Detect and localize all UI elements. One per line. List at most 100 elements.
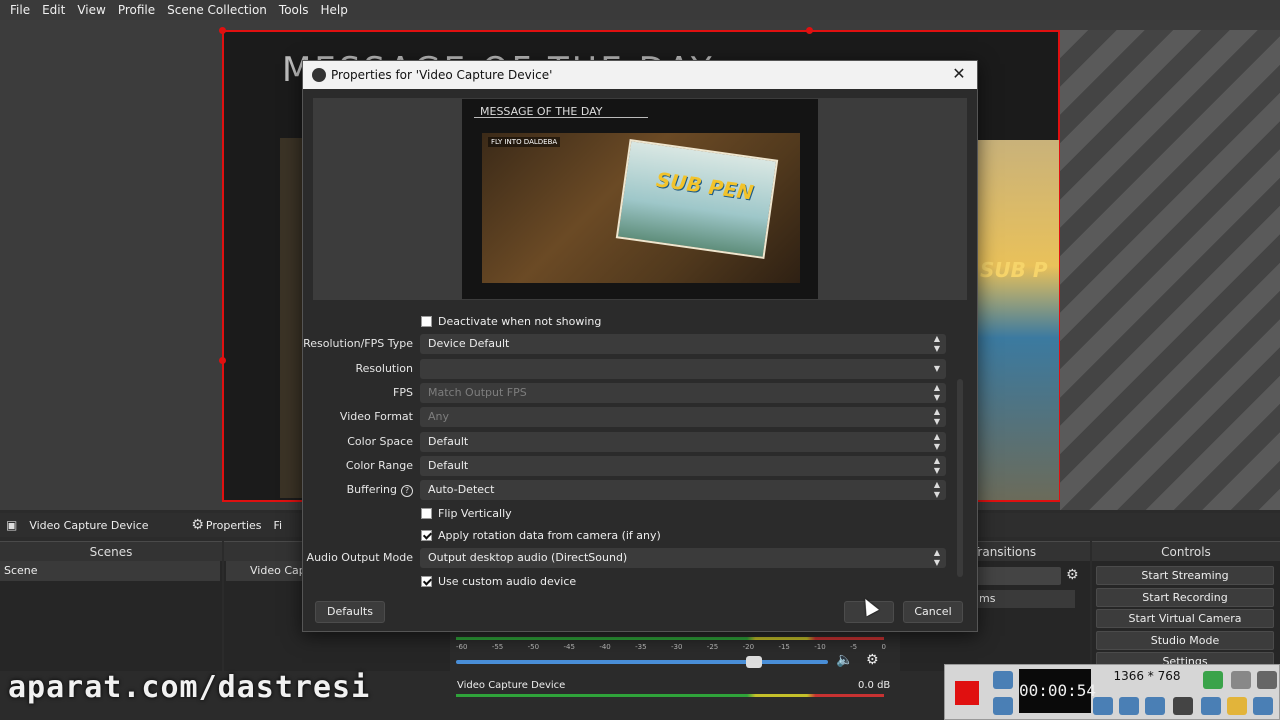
scene-item[interactable]: Scene (0, 561, 220, 581)
start-virtual-camera-button[interactable]: Start Virtual Camera (1096, 609, 1274, 628)
controls-dock-header: Controls (1092, 541, 1280, 561)
spin-arrows-icon: ▲ ▼ (933, 548, 941, 567)
volume-slider[interactable] (456, 660, 828, 664)
fps-select[interactable]: Match Output FPS ▲ ▼ (420, 383, 946, 403)
field-label: Color Space (347, 435, 413, 448)
studio-mode-button[interactable]: Studio Mode (1096, 631, 1274, 650)
speaker-icon[interactable]: 🔈 (836, 652, 853, 668)
settings-recorder-icon[interactable] (1253, 697, 1273, 715)
transitions-dock-title: Transitions (971, 545, 1037, 559)
folder-icon[interactable] (1227, 697, 1247, 715)
dialog-titlebar[interactable]: Properties for 'Video Capture Device' ✕ (303, 61, 977, 89)
preview-title-underline (474, 117, 648, 118)
meter-tick-label: -25 (706, 643, 719, 651)
dialog-preview: MESSAGE OF THE DAY FLY INTO DALDEBA SUB … (313, 98, 967, 300)
color-space-select[interactable]: Default ▲ ▼ (420, 432, 946, 452)
field-color-space: Color Space Default ▲ ▼ (303, 432, 977, 452)
menu-profile[interactable]: Profile (112, 0, 161, 20)
resolution-fps-type-select[interactable]: Device Default ▲ ▼ (420, 334, 946, 354)
deactivate-checkbox[interactable] (421, 315, 432, 327)
obs-logo-icon (312, 68, 326, 82)
properties-button[interactable]: Properties (206, 519, 262, 532)
field-label: Resolution (355, 362, 413, 375)
dialog-title: Properties for 'Video Capture Device' (331, 68, 553, 82)
meter-tick-label: -45 (563, 643, 575, 651)
field-label: Buffering (346, 483, 397, 496)
use-custom-audio-checkbox[interactable] (421, 575, 432, 587)
field-label: Audio Output Mode (306, 551, 413, 564)
filters-button[interactable]: Fi (274, 519, 283, 532)
color-range-select[interactable]: Default ▲ ▼ (420, 456, 946, 476)
menu-help[interactable]: Help (314, 0, 353, 20)
field-label: Video Format (339, 410, 413, 423)
select-value: Default (428, 459, 469, 472)
help-icon[interactable]: ? (401, 485, 413, 497)
field-label-buffering: Buffering? (347, 480, 413, 500)
speaker-toggle-icon[interactable] (1093, 697, 1113, 715)
spin-arrows-icon: ▲ ▼ (933, 456, 941, 475)
cancel-button[interactable]: Cancel (903, 601, 963, 623)
defaults-button[interactable]: Defaults (315, 601, 385, 623)
mixer-channel-name: Video Capture Device (457, 680, 566, 691)
custom-audio-checkbox-row[interactable]: Use custom audio device (421, 572, 576, 590)
scenes-dock-title: Scenes (89, 545, 133, 559)
resolution-select[interactable]: ▼ (420, 359, 946, 379)
resize-handle-left[interactable] (219, 357, 226, 364)
video-format-select[interactable]: Any ▲ ▼ (420, 407, 946, 427)
field-label: FPS (393, 386, 413, 399)
record-resolution: 1366 * 768 (1113, 669, 1181, 683)
close-icon[interactable]: ✕ (949, 64, 969, 84)
menu-edit[interactable]: Edit (36, 0, 71, 20)
cursor-icon[interactable] (1173, 697, 1193, 715)
preview-poster: SUB P (976, 140, 1059, 500)
select-value: Default (428, 435, 469, 448)
transition-select[interactable] (975, 567, 1061, 585)
minimize-icon[interactable] (1231, 671, 1251, 689)
rotation-checkbox-row[interactable]: Apply rotation data from camera (if any) (421, 526, 661, 544)
gear-icon[interactable]: ⚙ (191, 517, 204, 533)
menu-tools[interactable]: Tools (273, 0, 315, 20)
transition-gear-icon[interactable]: ⚙ (1066, 567, 1079, 583)
spin-arrows-icon: ▲ ▼ (933, 432, 941, 451)
transition-duration-field[interactable]: ms (975, 590, 1075, 608)
select-value: Auto-Detect (428, 483, 495, 496)
field-resolution-fps-type: Resolution/FPS Type Device Default ▲ ▼ (303, 334, 977, 354)
pen-icon[interactable] (1201, 697, 1221, 715)
menu-scene-collection[interactable]: Scene Collection (161, 0, 273, 20)
mixer-gear-icon[interactable]: ⚙ (866, 652, 879, 668)
resize-handle-top[interactable] (806, 27, 813, 34)
start-recording-button[interactable]: Start Recording (1096, 588, 1274, 607)
controls-dock-title: Controls (1161, 545, 1211, 559)
spin-arrows-icon: ▲ ▼ (933, 407, 941, 426)
audio-output-mode-select[interactable]: Output desktop audio (DirectSound) ▲ ▼ (420, 548, 946, 568)
resize-handle-top-left[interactable] (219, 27, 226, 34)
chevron-down-icon: ▼ (933, 364, 941, 373)
microphone-icon[interactable] (1119, 697, 1139, 715)
webcam-icon[interactable] (1145, 697, 1165, 715)
volume-slider-knob[interactable] (745, 656, 762, 668)
record-timer: 00:00:54 (1019, 669, 1096, 713)
poster-text: SUB P (980, 258, 1048, 282)
flip-vertically-checkbox[interactable] (421, 507, 432, 519)
meter-tick-label: -10 (814, 643, 826, 651)
select-value: Output desktop audio (DirectSound) (428, 551, 628, 564)
apply-rotation-checkbox[interactable] (421, 529, 432, 541)
properties-scrollbar[interactable] (957, 379, 963, 577)
buffering-select[interactable]: Auto-Detect ▲ ▼ (420, 480, 946, 500)
stop-record-button[interactable] (955, 681, 979, 705)
menu-view[interactable]: View (71, 0, 111, 20)
pause-icon[interactable] (993, 697, 1013, 715)
deactivate-checkbox-row[interactable]: Deactivate when not showing (421, 312, 601, 330)
camera-snapshot-icon[interactable] (993, 671, 1013, 689)
duration-unit: ms (979, 592, 996, 605)
meter-ticks: -60 -55 -50 -45 -40 -35 -30 -25 -20 -15 -10 -5 0 (456, 643, 886, 651)
deactivate-label: Deactivate when not showing (438, 314, 602, 328)
camera-icon: ▣ (6, 518, 18, 532)
select-value: Any (428, 410, 450, 423)
region-icon[interactable] (1203, 671, 1223, 689)
screen-recorder-widget: 00:00:54 1366 * 768 (944, 664, 1280, 720)
menu-file[interactable]: File (4, 0, 36, 20)
close-recorder-icon[interactable] (1257, 671, 1277, 689)
start-streaming-button[interactable]: Start Streaming (1096, 566, 1274, 585)
flip-checkbox-row[interactable]: Flip Vertically (421, 504, 512, 522)
